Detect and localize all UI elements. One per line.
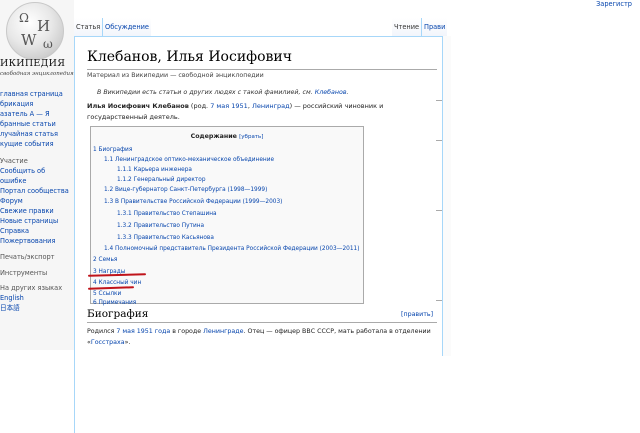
birth-date-link[interactable]: 7 мая 1951 <box>210 102 248 110</box>
sidebar-item-report-error[interactable]: Сообщить об <box>0 166 69 176</box>
top-bar: Статья Обсуждение Чтение Прави <box>74 0 640 36</box>
tab-article[interactable]: Статья <box>74 18 103 36</box>
section-divider <box>87 322 437 323</box>
logo-tagline: свободная энциклопедия <box>0 71 74 77</box>
login-link[interactable]: Зарегистр <box>596 0 632 8</box>
toc-item[interactable]: 1.3.3 Правительство Касьянова <box>117 235 214 241</box>
title-divider <box>87 69 437 70</box>
sidebar-item-help[interactable]: Справка <box>0 226 69 236</box>
globe-glyph: И <box>37 17 51 35</box>
biography-paragraph: Родился 7 мая 1951 года в городе Ленингр… <box>87 326 439 348</box>
toc-item[interactable]: 1.3 В Правительстве Российской Федерации… <box>104 199 282 205</box>
toc-item[interactable]: 1.3.2 Правительство Путина <box>117 223 204 229</box>
toc-item[interactable]: 1.2 Вице-губернатор Санкт-Петербурга (19… <box>104 187 267 193</box>
sidebar-item-main[interactable]: главная страница <box>0 89 63 99</box>
sidebar-item-report-error-cont[interactable]: ошибке <box>0 176 69 186</box>
hatnote-text: В Википедии есть статьи о других людях с… <box>97 89 315 96</box>
bio-text: Родился <box>87 328 117 335</box>
adjacent-window-edge <box>442 36 451 356</box>
toc-item[interactable]: 6 Примечания <box>93 300 136 306</box>
toc-item[interactable]: 1.3.1 Правительство Степашина <box>117 211 217 217</box>
toc-heading: Содержание <box>190 133 237 140</box>
language-english[interactable]: English <box>0 293 62 303</box>
sidebar-item-index[interactable]: азатель А — Я <box>0 109 63 119</box>
logo-wordmark: ИКИПЕДИЯ <box>0 58 66 69</box>
globe-glyph: Ω <box>19 11 29 25</box>
globe-glyph: W <box>21 31 37 49</box>
lead-text: (род. <box>188 102 211 110</box>
toc-item[interactable]: 1.1.1 Карьера инженера <box>117 167 192 173</box>
toc-item[interactable]: 1.4 Полномочный представитель Президента… <box>104 246 359 252</box>
hatnote-link[interactable]: Клебанов <box>315 89 347 96</box>
languages-heading: На других языках <box>0 284 63 292</box>
sidebar-heading-participation[interactable]: Участие <box>0 156 69 166</box>
section-heading: Биография <box>87 308 149 320</box>
tab-edit[interactable]: Прави <box>421 18 448 36</box>
sidebar-item-current-events[interactable]: кущие события <box>0 139 63 149</box>
wikipedia-logo[interactable]: Ω И W ω ИКИПЕДИЯ свободная энциклопедия <box>0 0 74 82</box>
table-of-contents: Содержание [убрать] 1 Биография 1.1 Лени… <box>90 126 364 306</box>
subject-name: Илья Иосифович Клебанов <box>87 102 189 110</box>
language-japanese[interactable]: 日本語 <box>0 303 62 313</box>
hatnote-suffix: . <box>346 89 349 96</box>
site-subtitle: Материал из Википедии — свободной энцикл… <box>87 72 264 79</box>
hatnote: В Википедии есть статьи о других людях с… <box>97 89 349 96</box>
pane-tick <box>436 300 442 301</box>
globe-glyph: ω <box>43 37 53 51</box>
sidebar-item-forum[interactable]: Форум <box>0 196 69 206</box>
toc-item[interactable]: 1 Биография <box>93 147 132 153</box>
tab-discussion[interactable]: Обсуждение <box>102 18 151 36</box>
sidebar-interaction: Участие Сообщить об ошибке Портал сообще… <box>0 156 69 246</box>
toc-title: Содержание [убрать] <box>91 133 363 140</box>
sidebar-item-donate[interactable]: Пожертвования <box>0 236 69 246</box>
page-title: Клебанов, Илья Иосифович <box>87 49 293 65</box>
sidebar-nav: главная страница брикация азатель А — Я … <box>0 89 63 149</box>
bio-text: в городе <box>170 328 204 335</box>
sidebar-item-tools[interactable]: Инструменты <box>0 268 55 278</box>
sidebar-item-new-pages[interactable]: Новые страницы <box>0 216 69 226</box>
birthplace-link[interactable]: Ленинград <box>252 102 290 110</box>
sidebar-tools: Печать/экспорт Инструменты <box>0 252 55 278</box>
toc-hide-toggle[interactable]: [убрать] <box>239 134 263 140</box>
toc-item[interactable]: 5 Ссылки <box>93 291 121 297</box>
sidebar-item-print-export[interactable]: Печать/экспорт <box>0 252 55 262</box>
tab-read[interactable]: Чтение <box>392 18 422 36</box>
toc-item[interactable]: 2 Семья <box>93 257 117 263</box>
sidebar-item-community-portal[interactable]: Портал сообщества <box>0 186 69 196</box>
article-content: Клебанов, Илья Иосифович Материал из Вик… <box>74 36 443 433</box>
sidebar-item-rubrication[interactable]: брикация <box>0 99 63 109</box>
section-edit-link[interactable]: [править] <box>401 311 433 318</box>
pane-tick <box>436 100 442 101</box>
sidebar-item-featured[interactable]: бранные статьи <box>0 119 63 129</box>
pane-tick <box>436 140 442 141</box>
toc-item[interactable]: 1.1.2 Генеральный директор <box>117 177 206 183</box>
bio-city-link[interactable]: Ленинграде <box>203 328 243 335</box>
toc-item[interactable]: 1.1 Ленинградское оптико-механическое об… <box>104 157 274 163</box>
bio-text: ». <box>124 339 131 346</box>
bio-date-link[interactable]: 7 мая 1951 года <box>116 328 170 335</box>
bio-gosstrakh-link[interactable]: Госстраха <box>91 339 125 346</box>
toc-item[interactable]: 4 Классный чин <box>93 280 141 286</box>
sidebar-item-random[interactable]: лучайная статья <box>0 129 63 139</box>
sidebar-item-recent-changes[interactable]: Свежие правки <box>0 206 69 216</box>
lead-paragraph: Илья Иосифович Клебанов (род. 7 мая 1951… <box>87 101 437 123</box>
pane-tick <box>436 210 442 211</box>
sidebar-languages: На других языках English 日本語 <box>0 283 62 313</box>
puzzle-globe-icon: Ω И W ω <box>6 2 64 60</box>
